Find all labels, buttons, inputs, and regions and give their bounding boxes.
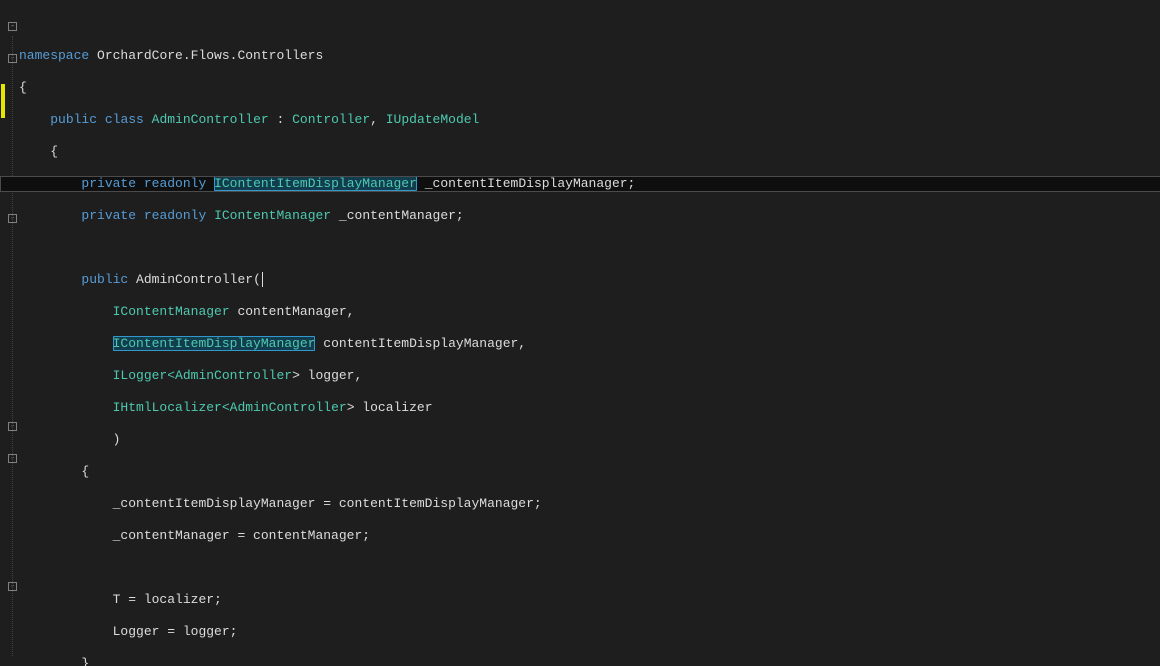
type-name: AdminController — [175, 368, 292, 383]
type-name: AdminController — [230, 400, 347, 415]
field-name: _contentManager; — [331, 208, 464, 223]
type-name: ILogger< — [113, 368, 175, 383]
fold-toggle[interactable]: - — [8, 22, 17, 31]
keyword: public — [81, 272, 128, 287]
highlighted-symbol: IContentItemDisplayManager — [214, 176, 417, 191]
keyword: private — [81, 176, 136, 191]
keyword: private — [81, 208, 136, 223]
keyword: class — [105, 112, 144, 127]
keyword: public — [50, 112, 97, 127]
text-caret — [262, 272, 263, 287]
fold-guide — [12, 36, 13, 656]
type-name: IUpdateModel — [386, 112, 480, 127]
type-name: IHtmlLocalizer< — [113, 400, 230, 415]
ctor-name: AdminController — [136, 272, 253, 287]
keyword: readonly — [144, 176, 206, 191]
code-area[interactable]: namespace OrchardCore.Flows.Controllers … — [19, 0, 1160, 666]
field-name: _contentItemDisplayManager; — [417, 176, 635, 191]
namespace-name: OrchardCore.Flows.Controllers — [97, 48, 323, 63]
code-editor[interactable]: - - - - - - namespace OrchardCore.Flows.… — [0, 0, 1160, 666]
highlighted-symbol: IContentItemDisplayManager — [113, 336, 316, 351]
type-name: AdminController — [152, 112, 269, 127]
current-line: private readonly IContentItemDisplayMana… — [0, 176, 1160, 192]
type-name: IContentManager — [214, 208, 331, 223]
type-name: IContentManager — [113, 304, 230, 319]
type-name: Controller — [292, 112, 370, 127]
change-indicator — [1, 84, 5, 118]
keyword: namespace — [19, 48, 89, 63]
keyword: readonly — [144, 208, 206, 223]
